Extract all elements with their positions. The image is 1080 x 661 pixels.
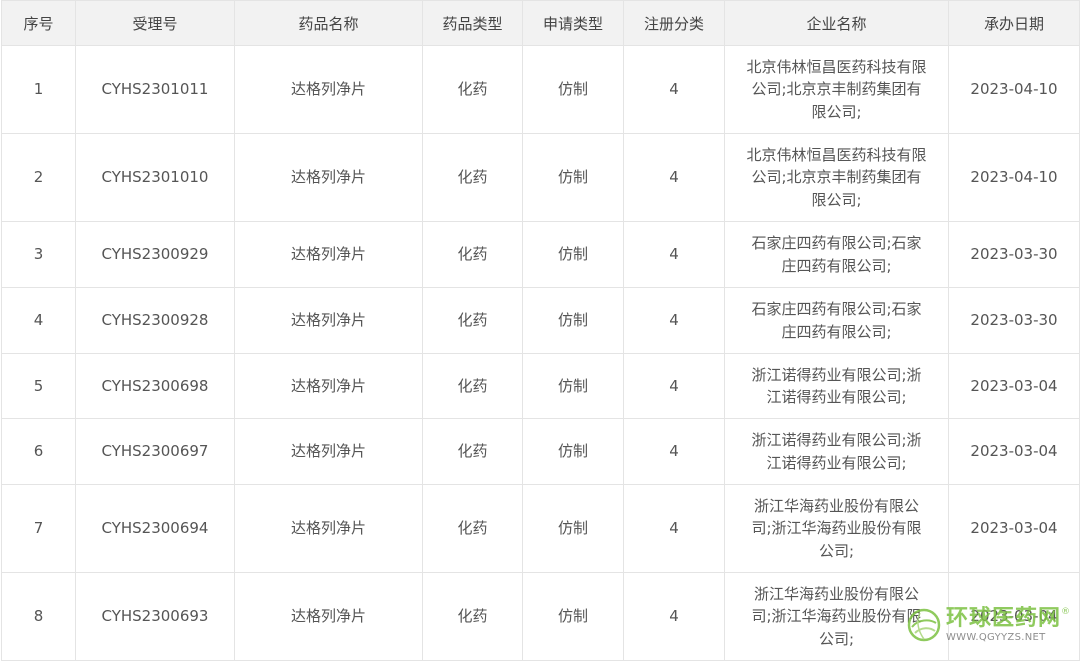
cell-company: 北京伟林恒昌医药科技有限 公司;北京京丰制药集团有 限公司; bbox=[724, 133, 949, 222]
cell-date: 2023-04-10 bbox=[948, 133, 1080, 222]
table-row[interactable]: 3 CYHS2300929 达格列净片 化药 仿制 4 石家庄四药有限公司;石家… bbox=[1, 221, 1080, 288]
cell-drug-type: 化药 bbox=[422, 45, 523, 134]
header-company[interactable]: 企业名称 bbox=[724, 0, 949, 46]
cell-reg-class: 4 bbox=[623, 484, 725, 573]
table-row[interactable]: 4 CYHS2300928 达格列净片 化药 仿制 4 石家庄四药有限公司;石家… bbox=[1, 287, 1080, 354]
cell-reg-class: 4 bbox=[623, 133, 725, 222]
table-body: 1 CYHS2301011 达格列净片 化药 仿制 4 北京伟林恒昌医药科技有限… bbox=[1, 45, 1080, 661]
cell-drug-name: 达格列净片 bbox=[234, 221, 423, 288]
header-accept-no[interactable]: 受理号 bbox=[75, 0, 235, 46]
cell-drug-type: 化药 bbox=[422, 353, 523, 419]
cell-seq: 7 bbox=[1, 484, 76, 573]
cell-date: 2023-04-10 bbox=[948, 45, 1080, 134]
cell-drug-name: 达格列净片 bbox=[234, 572, 423, 661]
cell-drug-type: 化药 bbox=[422, 572, 523, 661]
cell-drug-type: 化药 bbox=[422, 484, 523, 573]
cell-drug-type: 化药 bbox=[422, 133, 523, 222]
cell-reg-class: 4 bbox=[623, 221, 725, 288]
cell-company: 浙江诺得药业有限公司;浙 江诺得药业有限公司; bbox=[724, 418, 949, 485]
cell-apply-type: 仿制 bbox=[522, 572, 624, 661]
table-row[interactable]: 6 CYHS2300697 达格列净片 化药 仿制 4 浙江诺得药业有限公司;浙… bbox=[1, 418, 1080, 485]
table-row[interactable]: 2 CYHS2301010 达格列净片 化药 仿制 4 北京伟林恒昌医药科技有限… bbox=[1, 133, 1080, 222]
cell-reg-class: 4 bbox=[623, 353, 725, 419]
cell-date: 2023-03-30 bbox=[948, 287, 1080, 354]
cell-drug-name: 达格列净片 bbox=[234, 353, 423, 419]
cell-drug-name: 达格列净片 bbox=[234, 287, 423, 354]
cell-accept-no: CYHS2300694 bbox=[75, 484, 235, 573]
header-reg-class[interactable]: 注册分类 bbox=[623, 0, 725, 46]
cell-company: 浙江华海药业股份有限公 司;浙江华海药业股份有限 公司; bbox=[724, 572, 949, 661]
cell-apply-type: 仿制 bbox=[522, 221, 624, 288]
cell-accept-no: CYHS2300928 bbox=[75, 287, 235, 354]
cell-seq: 6 bbox=[1, 418, 76, 485]
cell-accept-no: CYHS2300693 bbox=[75, 572, 235, 661]
cell-date: 2023-03-04 bbox=[948, 353, 1080, 419]
cell-company: 浙江华海药业股份有限公 司;浙江华海药业股份有限 公司; bbox=[724, 484, 949, 573]
cell-seq: 1 bbox=[1, 45, 76, 134]
cell-reg-class: 4 bbox=[623, 572, 725, 661]
cell-accept-no: CYHS2300929 bbox=[75, 221, 235, 288]
header-drug-type[interactable]: 药品类型 bbox=[422, 0, 523, 46]
cell-apply-type: 仿制 bbox=[522, 484, 624, 573]
cell-seq: 2 bbox=[1, 133, 76, 222]
cell-reg-class: 4 bbox=[623, 287, 725, 354]
cell-drug-name: 达格列净片 bbox=[234, 45, 423, 134]
cell-apply-type: 仿制 bbox=[522, 287, 624, 354]
header-row: 序号 受理号 药品名称 药品类型 申请类型 注册分类 企业名称 承办日期 bbox=[1, 0, 1080, 46]
table-header: 序号 受理号 药品名称 药品类型 申请类型 注册分类 企业名称 承办日期 bbox=[1, 0, 1080, 46]
cell-company: 北京伟林恒昌医药科技有限 公司;北京京丰制药集团有 限公司; bbox=[724, 45, 949, 134]
header-date[interactable]: 承办日期 bbox=[948, 0, 1080, 46]
table-row[interactable]: 1 CYHS2301011 达格列净片 化药 仿制 4 北京伟林恒昌医药科技有限… bbox=[1, 45, 1080, 134]
cell-drug-name: 达格列净片 bbox=[234, 484, 423, 573]
cell-apply-type: 仿制 bbox=[522, 133, 624, 222]
cell-drug-name: 达格列净片 bbox=[234, 418, 423, 485]
cell-seq: 4 bbox=[1, 287, 76, 354]
header-drug-name[interactable]: 药品名称 bbox=[234, 0, 423, 46]
cell-drug-type: 化药 bbox=[422, 418, 523, 485]
cell-reg-class: 4 bbox=[623, 418, 725, 485]
cell-company: 石家庄四药有限公司;石家 庄四药有限公司; bbox=[724, 221, 949, 288]
cell-date: 2023-03-04 bbox=[948, 484, 1080, 573]
table-row[interactable]: 5 CYHS2300698 达格列净片 化药 仿制 4 浙江诺得药业有限公司;浙… bbox=[1, 353, 1080, 419]
cell-seq: 3 bbox=[1, 221, 76, 288]
cell-company: 石家庄四药有限公司;石家 庄四药有限公司; bbox=[724, 287, 949, 354]
cell-accept-no: CYHS2300697 bbox=[75, 418, 235, 485]
cell-drug-type: 化药 bbox=[422, 221, 523, 288]
cell-company: 浙江诺得药业有限公司;浙 江诺得药业有限公司; bbox=[724, 353, 949, 419]
cell-reg-class: 4 bbox=[623, 45, 725, 134]
cell-apply-type: 仿制 bbox=[522, 353, 624, 419]
cell-apply-type: 仿制 bbox=[522, 45, 624, 134]
cell-accept-no: CYHS2301011 bbox=[75, 45, 235, 134]
cell-date: 2023-03-04 bbox=[948, 572, 1080, 661]
cell-seq: 8 bbox=[1, 572, 76, 661]
cell-accept-no: CYHS2301010 bbox=[75, 133, 235, 222]
cell-date: 2023-03-04 bbox=[948, 418, 1080, 485]
cell-drug-name: 达格列净片 bbox=[234, 133, 423, 222]
header-seq[interactable]: 序号 bbox=[1, 0, 76, 46]
table-row[interactable]: 8 CYHS2300693 达格列净片 化药 仿制 4 浙江华海药业股份有限公 … bbox=[1, 572, 1080, 661]
table-row[interactable]: 7 CYHS2300694 达格列净片 化药 仿制 4 浙江华海药业股份有限公 … bbox=[1, 484, 1080, 573]
cell-date: 2023-03-30 bbox=[948, 221, 1080, 288]
cell-accept-no: CYHS2300698 bbox=[75, 353, 235, 419]
cell-apply-type: 仿制 bbox=[522, 418, 624, 485]
header-apply-type[interactable]: 申请类型 bbox=[522, 0, 624, 46]
cell-seq: 5 bbox=[1, 353, 76, 419]
cell-drug-type: 化药 bbox=[422, 287, 523, 354]
drug-registration-table: 序号 受理号 药品名称 药品类型 申请类型 注册分类 企业名称 承办日期 1 C… bbox=[1, 0, 1080, 661]
